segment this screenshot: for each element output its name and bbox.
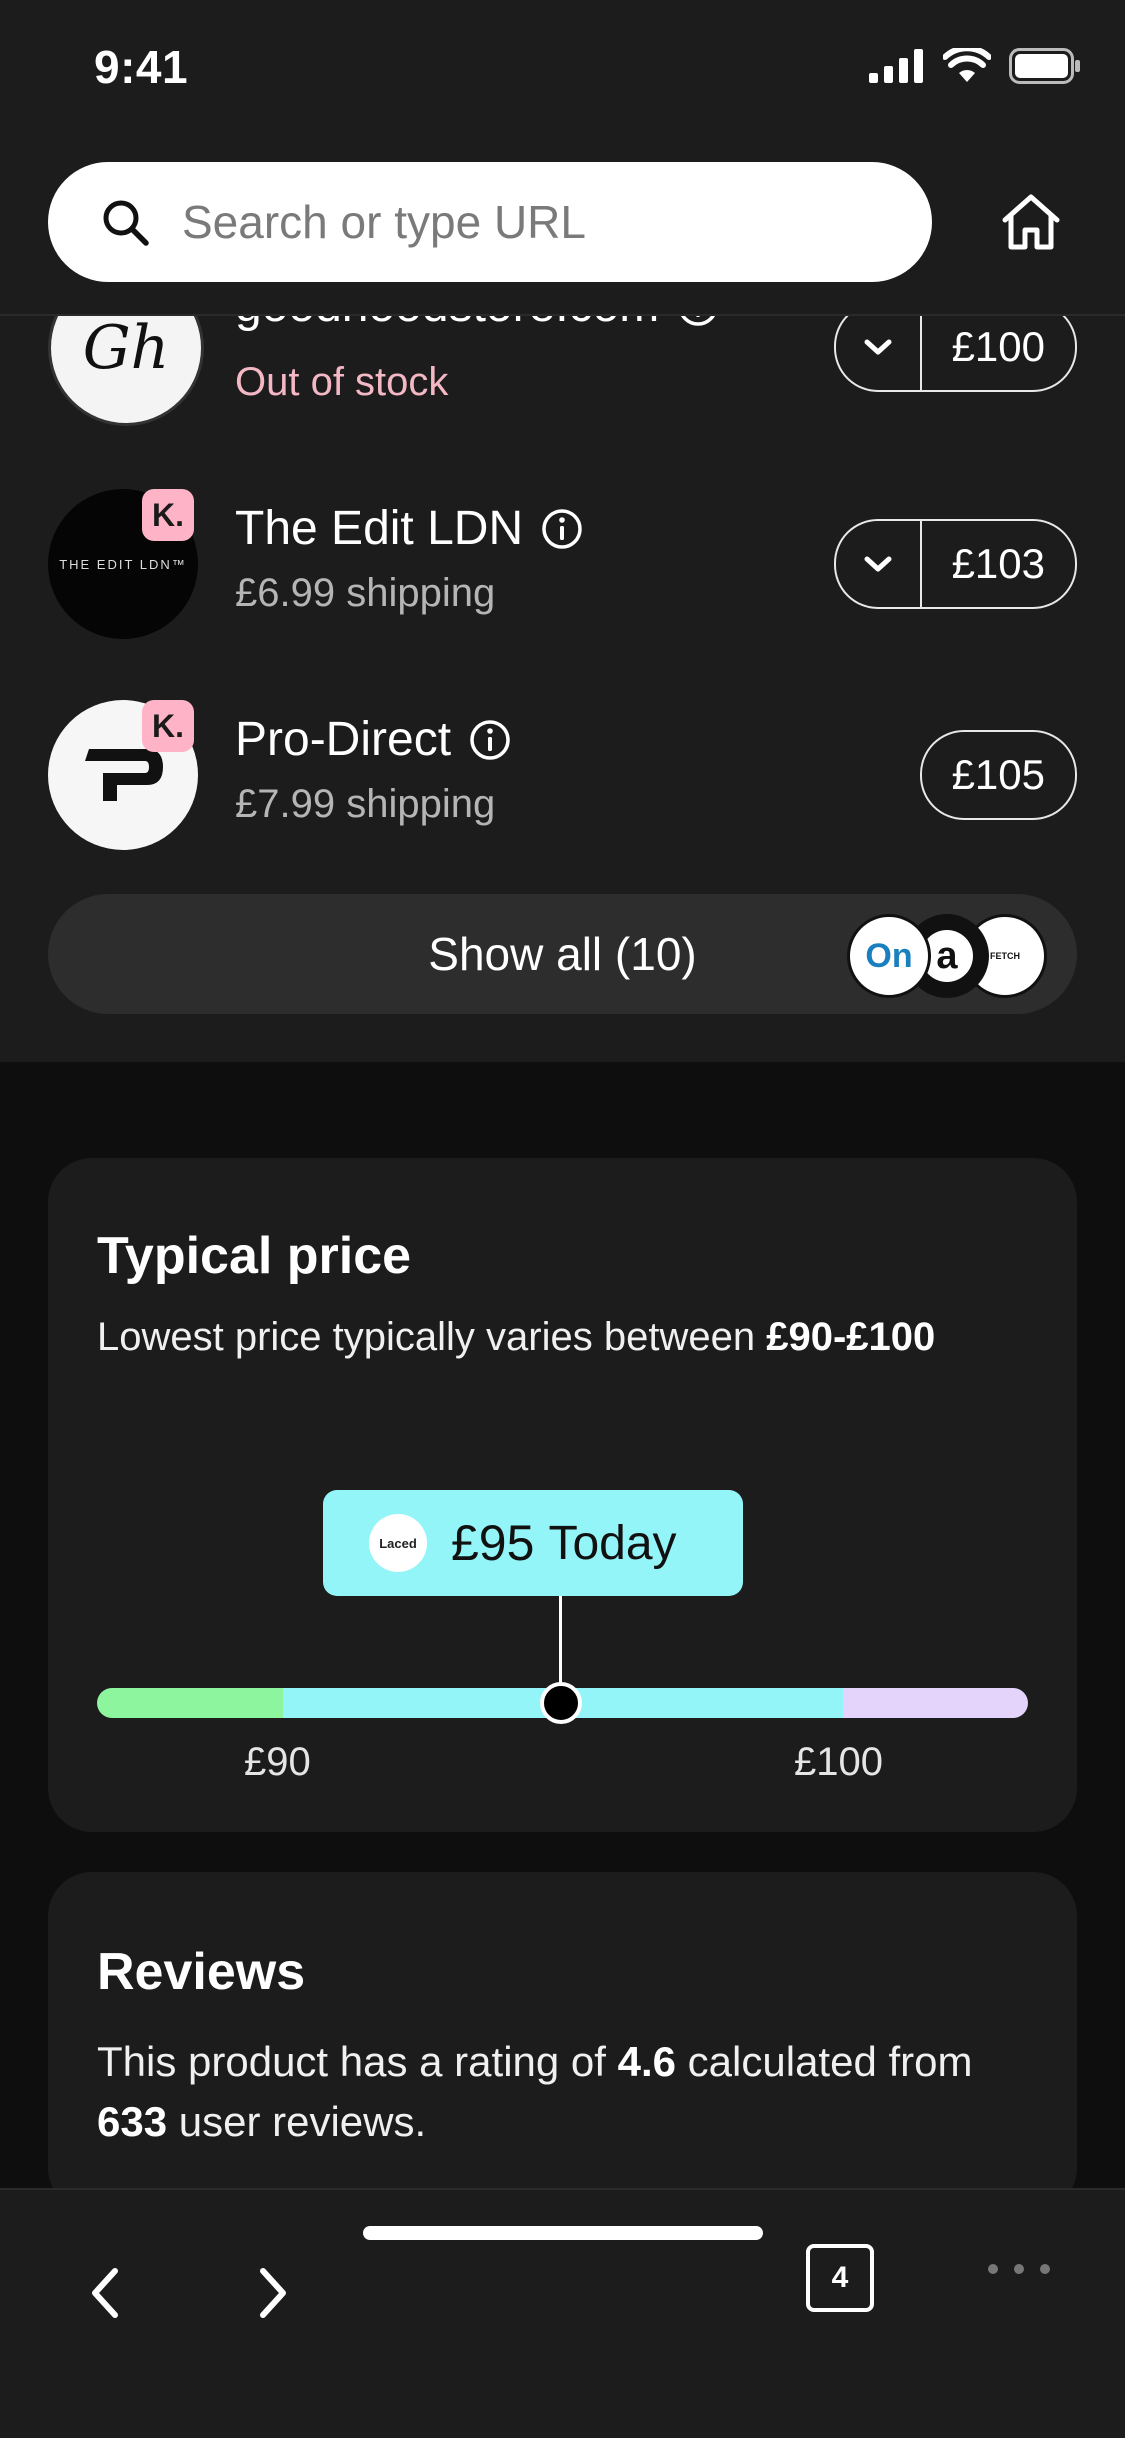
retailer-list: Gh K. goodhoodstore.com Out of stock £10…: [0, 316, 1125, 1062]
tooltip-label: Today: [548, 1516, 677, 1570]
status-time: 9:41: [94, 41, 189, 93]
retailer-row[interactable]: Gh K. goodhoodstore.com Out of stock £10…: [0, 316, 1125, 426]
wifi-icon: [943, 48, 991, 82]
price-range-low-segment: [97, 1688, 283, 1718]
home-indicator: [363, 2226, 763, 2240]
price-tooltip: Laced £95 Today: [323, 1490, 743, 1596]
show-all-label: Show all (10): [428, 928, 697, 980]
shipping-cost: £6.99 shipping: [235, 571, 496, 615]
status-bar: 9:41: [0, 0, 1125, 140]
retailer-row[interactable]: K. Pro-Direct £7.99 shipping £105: [0, 700, 1125, 850]
laced-logo-icon: Laced: [369, 1514, 427, 1572]
more-dot: [988, 2264, 998, 2274]
address-bar: [0, 140, 1125, 316]
reviews-card: Reviews This product has a rating of 4.6…: [48, 1872, 1077, 2212]
typical-price-description: Lowest price typically varies between £9…: [97, 1315, 936, 1359]
stock-status: Out of stock: [235, 360, 449, 404]
typical-price-card: Typical price Lowest price typically var…: [48, 1158, 1077, 1832]
search-field[interactable]: [48, 162, 932, 282]
price-button[interactable]: £105: [919, 730, 1077, 820]
price-value: £103: [951, 540, 1045, 587]
reviews-title: Reviews: [97, 1943, 306, 2001]
retailer-logo: Gh: [48, 316, 204, 426]
price-button[interactable]: £100: [833, 316, 1077, 392]
tooltip-price: £95: [451, 1515, 535, 1571]
klarna-badge: K.: [142, 700, 194, 752]
price-value: £105: [951, 751, 1045, 798]
reviews-summary: This product has a rating of 4.6 calcula…: [97, 2038, 973, 2145]
home-button[interactable]: [985, 176, 1077, 268]
retailer-name: Pro-Direct: [235, 712, 511, 767]
chevron-down-icon[interactable]: [836, 316, 922, 390]
klarna-badge: K.: [142, 489, 194, 541]
more-menu-button[interactable]: [988, 2264, 1050, 2274]
retailer-name: The Edit LDN: [235, 501, 583, 556]
typical-price-title: Typical price: [97, 1227, 412, 1285]
tooltip-connector: [559, 1596, 562, 1688]
home-icon: [1002, 194, 1060, 250]
tabs-button[interactable]: 4: [806, 2244, 874, 2312]
chevron-down-icon[interactable]: [836, 521, 922, 607]
on-logo-icon: On: [847, 914, 931, 998]
current-price-marker: [540, 1682, 582, 1724]
back-button[interactable]: [60, 2248, 150, 2338]
price-range-high-segment: [843, 1688, 1028, 1718]
battery-icon: [1009, 48, 1080, 84]
stacked-retailer-logos: On a FETCH: [847, 914, 1047, 998]
chevron-right-icon: [260, 2268, 286, 2318]
retailer-row[interactable]: THE EDIT LDN™ K. The Edit LDN £6.99 ship…: [0, 489, 1125, 639]
retailer-name: goodhoodstore.com: [235, 316, 719, 333]
more-dot: [1040, 2264, 1050, 2274]
range-low-label: £90: [244, 1740, 311, 1784]
price-button[interactable]: £103: [833, 519, 1077, 609]
info-icon[interactable]: [541, 508, 583, 550]
forward-button[interactable]: [228, 2248, 318, 2338]
more-dot: [1014, 2264, 1024, 2274]
chevron-left-icon: [92, 2268, 118, 2318]
shipping-cost: £7.99 shipping: [235, 782, 496, 826]
search-input[interactable]: [180, 194, 884, 250]
show-all-button[interactable]: Show all (10) On a FETCH: [48, 894, 1077, 1014]
info-icon[interactable]: [469, 719, 511, 761]
price-value: £100: [951, 323, 1045, 370]
status-icons: [869, 48, 1081, 84]
cellular-signal-icon: [869, 49, 923, 83]
info-icon[interactable]: [677, 316, 719, 327]
search-icon: [100, 197, 150, 247]
range-high-label: £100: [794, 1740, 883, 1784]
